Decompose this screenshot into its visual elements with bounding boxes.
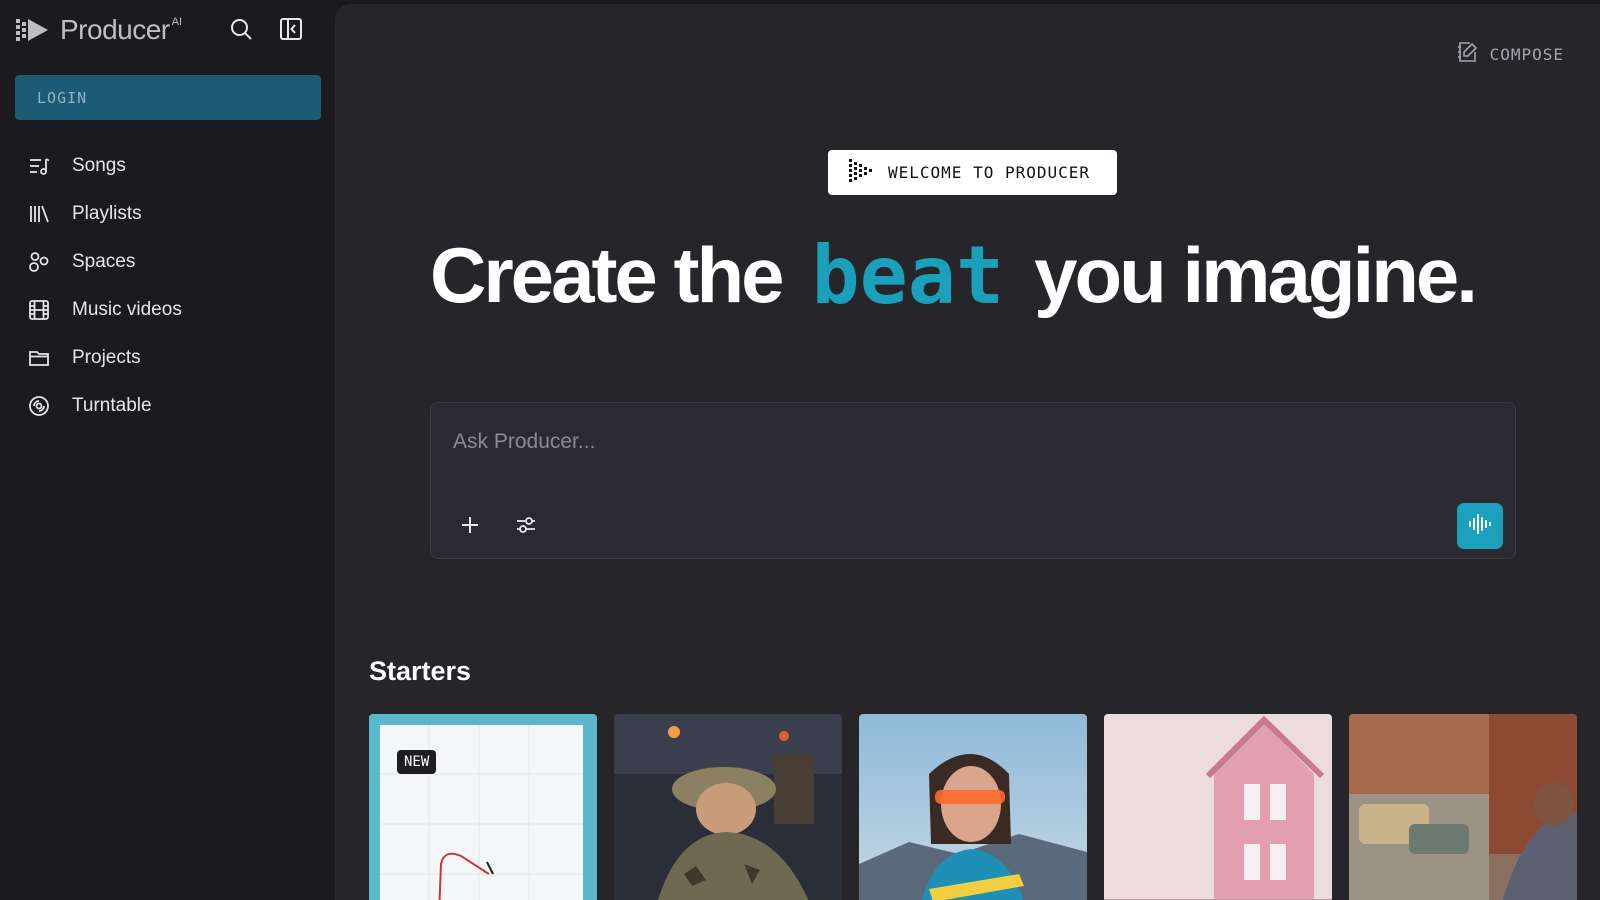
welcome-badge: WELCOME TO PRODUCER — [828, 150, 1117, 195]
sliders-icon[interactable] — [509, 508, 543, 542]
starter-card-neon[interactable] — [859, 714, 1087, 900]
folder-icon — [27, 346, 51, 370]
sidebar-item-projects[interactable]: Projects — [0, 334, 335, 382]
sidebar-item-songs[interactable]: Songs — [0, 142, 335, 190]
starter-card-house[interactable] — [1104, 714, 1332, 900]
film-icon — [27, 298, 51, 322]
hero-headline: Create the beat you imagine. — [430, 228, 1530, 322]
sidebar-item-music-videos[interactable]: Music videos — [0, 286, 335, 334]
sidebar-item-label: Spaces — [72, 251, 136, 272]
bucket-hat-dj-photo — [614, 714, 842, 900]
main-panel: COMPOSE WELCOME TO PRODUCER Create the b… — [335, 4, 1600, 900]
starter-card-sketch[interactable]: NEW — [369, 714, 597, 900]
login-button[interactable]: LOGIN — [15, 75, 321, 120]
sidebar-item-playlists[interactable]: Playlists — [0, 190, 335, 238]
sidebar: Producer AI LOGIN Songs Playlists Spaces… — [0, 0, 335, 900]
compose-icon — [1456, 40, 1480, 69]
prompt-box — [430, 402, 1516, 559]
sidebar-item-label: Projects — [72, 347, 141, 368]
compose-label: COMPOSE — [1489, 45, 1564, 64]
producer-logo-icon — [16, 15, 50, 45]
starter-card-street[interactable] — [1349, 714, 1577, 900]
sidebar-item-label: Music videos — [72, 299, 182, 320]
compose-button[interactable]: COMPOSE — [1456, 40, 1564, 69]
sidebar-item-label: Playlists — [72, 203, 142, 224]
waveform-icon — [1468, 513, 1492, 540]
sidebar-item-label: Songs — [72, 155, 126, 176]
app-name: Producer — [60, 14, 170, 45]
welcome-label: WELCOME TO PRODUCER — [888, 163, 1091, 182]
woman-neon-glasses-photo — [859, 714, 1087, 900]
sidebar-item-turntable[interactable]: Turntable — [0, 382, 335, 430]
app-superscript: AI — [171, 16, 183, 28]
sidebar-item-label: Turntable — [72, 395, 152, 416]
sketch-drawing-card — [369, 714, 597, 900]
voice-input-button[interactable] — [1457, 503, 1503, 549]
pink-victorian-house-photo — [1104, 714, 1332, 900]
sidebar-nav: Songs Playlists Spaces Music videos Proj… — [0, 142, 335, 430]
headline-start: Create the — [430, 230, 784, 319]
sidebar-collapse-icon[interactable] — [276, 14, 306, 44]
spaces-icon — [27, 250, 51, 274]
turntable-icon — [27, 394, 51, 418]
new-badge: NEW — [397, 750, 437, 774]
sidebar-item-spaces[interactable]: Spaces — [0, 238, 335, 286]
ask-producer-input[interactable] — [453, 425, 1453, 459]
search-icon[interactable] — [226, 14, 256, 44]
songs-list-icon — [27, 154, 51, 178]
headline-accent-word: beat — [811, 228, 1005, 322]
app-window: Producer AI LOGIN Songs Playlists Spaces… — [0, 0, 1600, 900]
brand[interactable]: Producer AI — [16, 12, 182, 48]
starters-heading: Starters — [369, 656, 472, 686]
plus-icon[interactable] — [453, 508, 487, 542]
street-vintage-cars-photo — [1349, 714, 1577, 900]
producer-pixel-logo-icon — [848, 158, 872, 187]
headline-end: you imagine. — [1034, 230, 1478, 319]
starter-card-dj[interactable] — [614, 714, 842, 900]
library-icon — [27, 202, 51, 226]
